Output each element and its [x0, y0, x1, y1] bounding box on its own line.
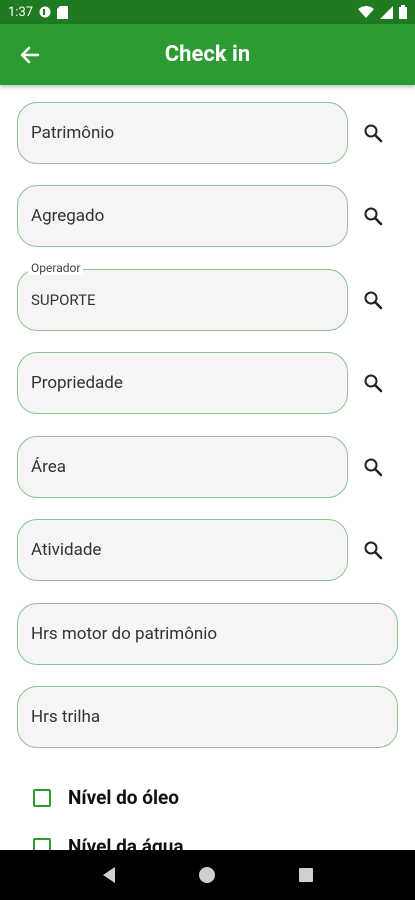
search-icon [364, 458, 383, 477]
propriedade-placeholder: Propriedade [31, 373, 123, 393]
app-bar: Check in [0, 24, 415, 85]
propriedade-field[interactable]: Propriedade [17, 352, 348, 414]
atividade-row: Atividade [17, 519, 398, 581]
operador-row: Operador SUPORTE [17, 261, 398, 331]
search-icon [364, 207, 383, 226]
search-icon [364, 291, 383, 310]
nivel-agua-checkbox[interactable] [33, 837, 51, 850]
arrow-back-icon [20, 46, 40, 63]
hrs-motor-field[interactable]: Hrs motor do patrimônio [17, 603, 398, 665]
hrs-trilha-row: Hrs trilha [17, 686, 398, 748]
area-placeholder: Área [31, 457, 66, 477]
patrimonio-placeholder: Patrimônio [31, 123, 115, 143]
notification-icon [39, 6, 51, 18]
area-field[interactable]: Área [17, 436, 348, 498]
status-bar: 1:37 [0, 0, 415, 24]
patrimonio-row: Patrimônio [17, 102, 398, 164]
search-icon [364, 124, 383, 143]
nivel-oleo-row[interactable]: Nível do óleo [33, 786, 179, 809]
page-title: Check in [164, 42, 251, 67]
agregado-row: Agregado [17, 185, 398, 247]
atividade-search-button[interactable] [348, 519, 398, 581]
nivel-agua-label: Nível da água [68, 835, 184, 850]
propriedade-row: Propriedade [17, 352, 398, 414]
nivel-oleo-checkbox[interactable] [33, 788, 51, 807]
hrs-trilha-placeholder: Hrs trilha [31, 707, 101, 727]
recents-square-icon[interactable] [298, 867, 314, 883]
hrs-motor-placeholder: Hrs motor do patrimônio [31, 624, 218, 644]
area-row: Área [17, 436, 398, 498]
battery-icon [399, 5, 407, 19]
area-search-button[interactable] [348, 436, 398, 498]
operador-label: Operador [28, 261, 84, 275]
agregado-field[interactable]: Agregado [17, 185, 348, 247]
patrimonio-field[interactable]: Patrimônio [17, 102, 348, 164]
operador-search-button[interactable] [348, 269, 398, 331]
hrs-motor-row: Hrs motor do patrimônio [17, 603, 398, 665]
nivel-agua-row[interactable]: Nível da água [33, 835, 184, 850]
nivel-oleo-label: Nível do óleo [68, 786, 179, 809]
signal-icon [380, 5, 393, 19]
search-icon [364, 374, 383, 393]
home-circle-icon[interactable] [198, 866, 216, 884]
wifi-icon [358, 6, 374, 18]
hrs-trilha-field[interactable]: Hrs trilha [17, 686, 398, 748]
back-button[interactable] [0, 24, 60, 85]
agregado-search-button[interactable] [348, 185, 398, 247]
atividade-placeholder: Atividade [31, 540, 102, 560]
check-in-form[interactable]: Patrimônio Agregado Operador SUPORTE Pro… [0, 85, 415, 850]
status-time: 1:37 [8, 4, 34, 20]
operador-field[interactable]: Operador SUPORTE [17, 261, 348, 331]
agregado-placeholder: Agregado [31, 206, 105, 226]
system-nav-bar [0, 850, 415, 900]
propriedade-search-button[interactable] [348, 352, 398, 414]
operador-value: SUPORTE [31, 291, 96, 309]
patrimonio-search-button[interactable] [348, 102, 398, 164]
search-icon [364, 541, 383, 560]
atividade-field[interactable]: Atividade [17, 519, 348, 581]
sd-card-icon [57, 5, 69, 19]
back-triangle-icon[interactable] [101, 866, 117, 884]
